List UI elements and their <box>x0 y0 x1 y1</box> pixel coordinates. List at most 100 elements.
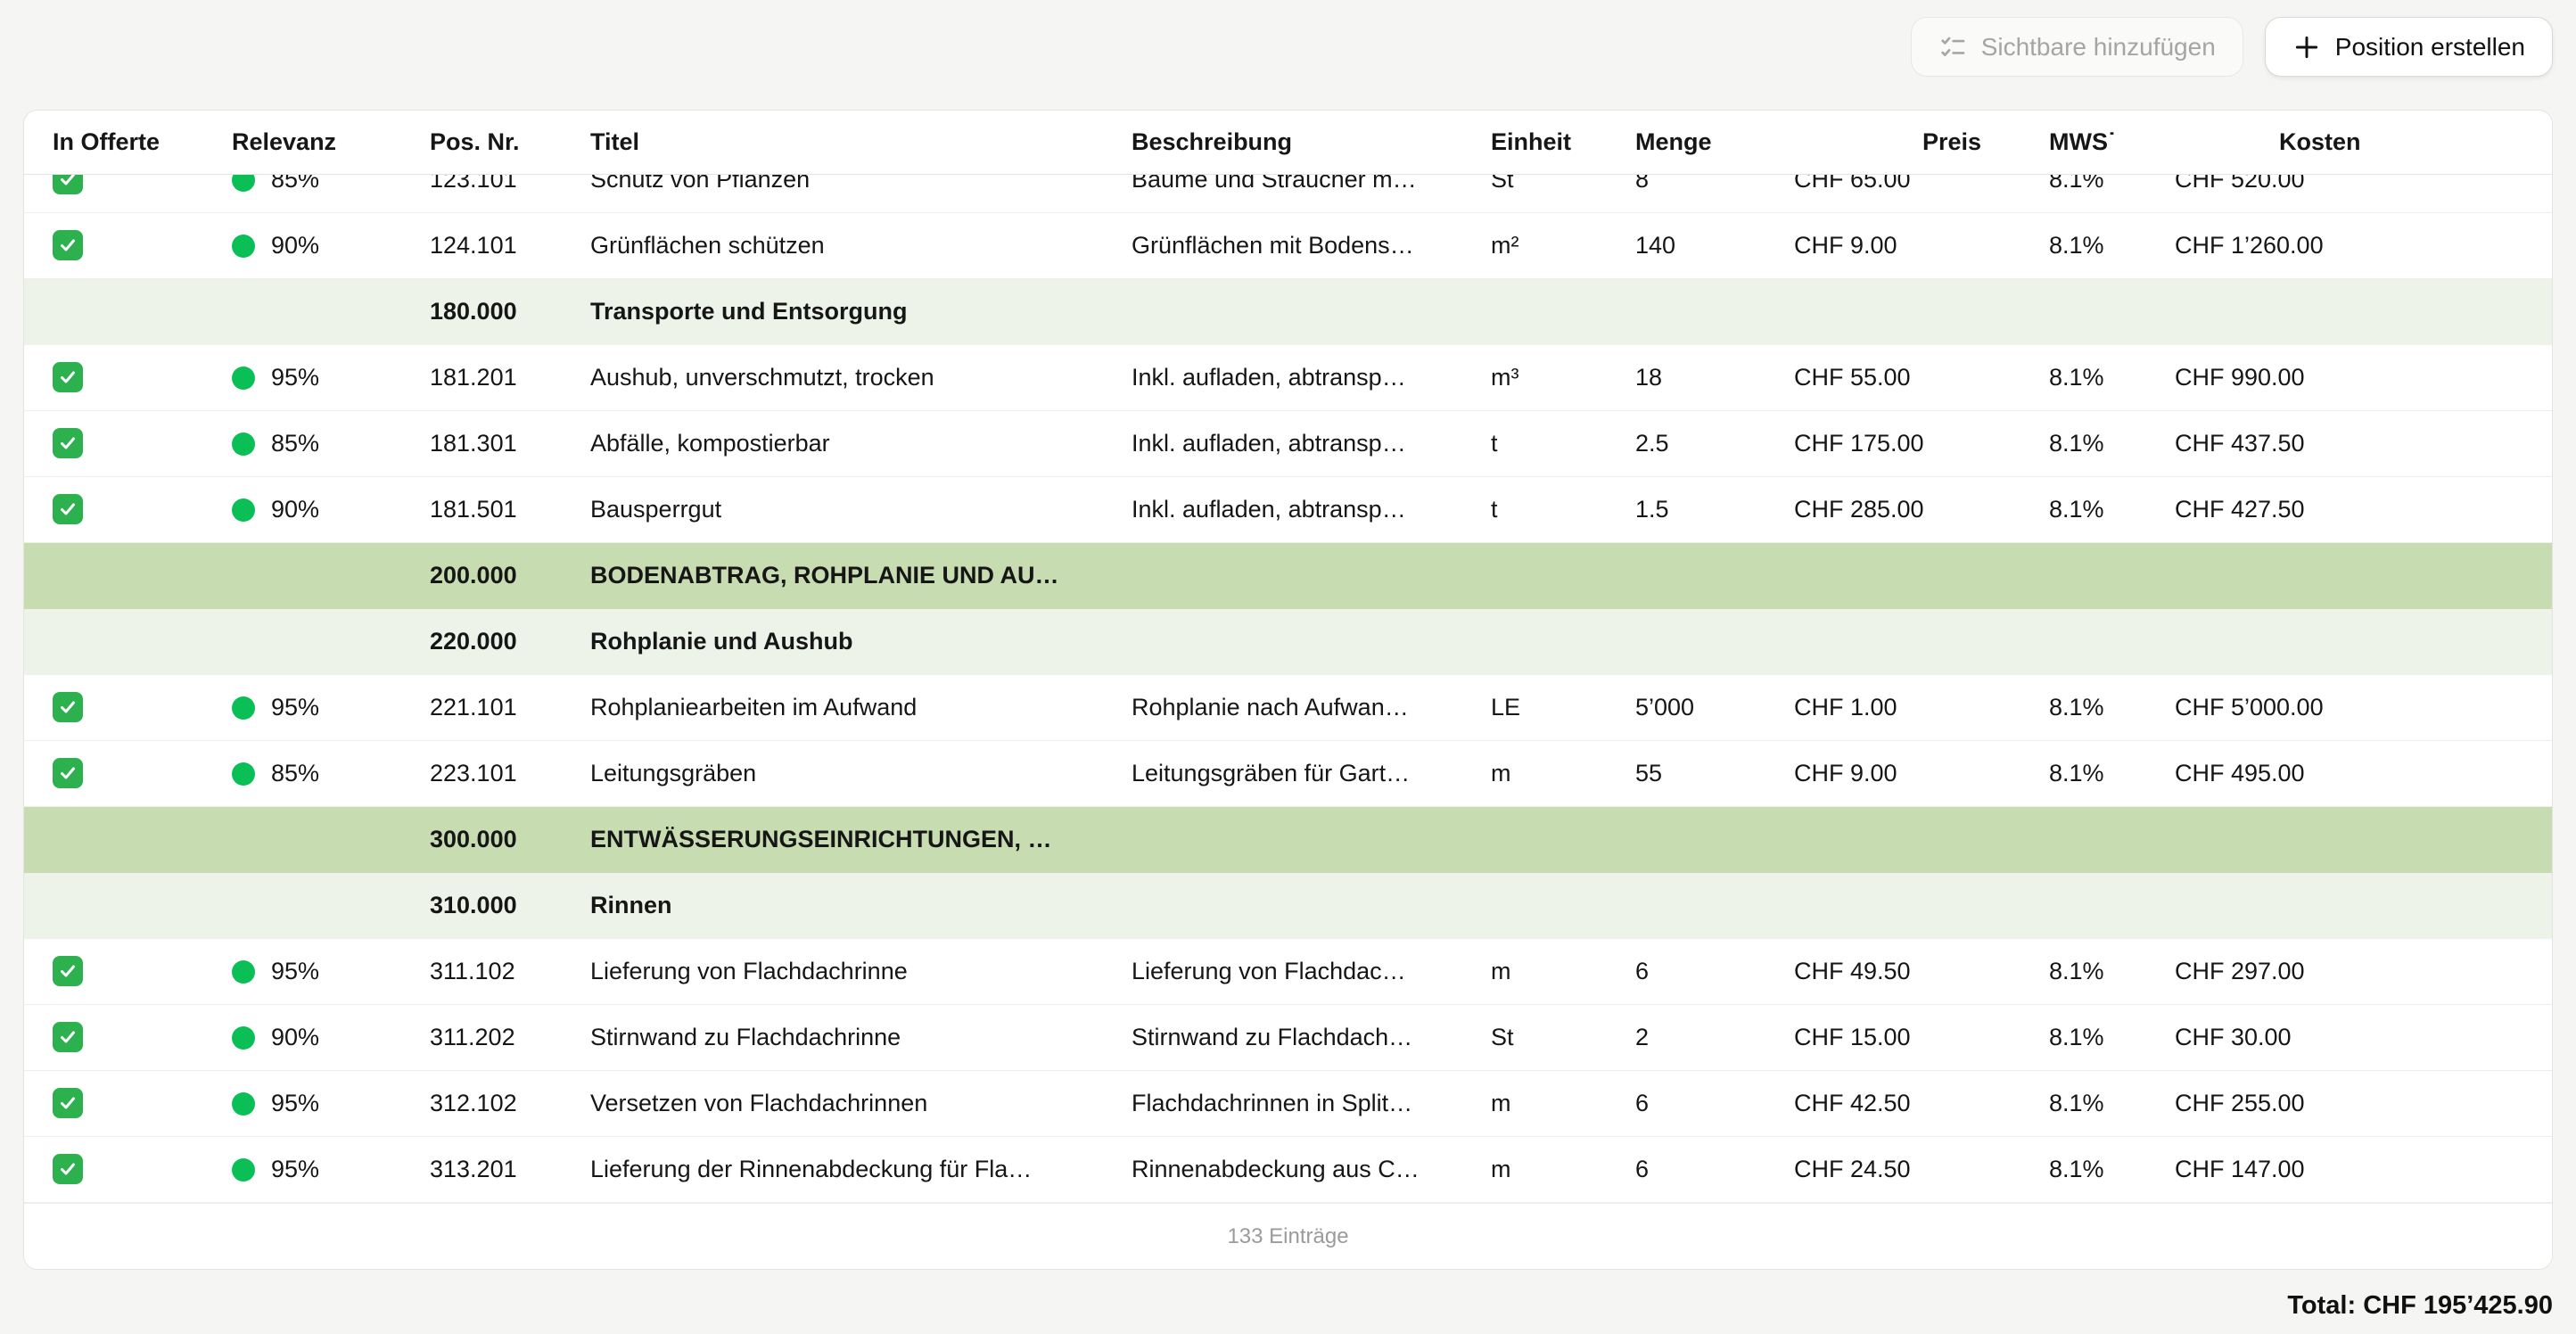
titel-cell: Versetzen von Flachdachrinnen <box>572 1090 1111 1117</box>
beschreibung-cell: Flachdachrinnen in Split… <box>1111 1090 1477 1117</box>
in-offerte-checkbox[interactable] <box>53 1022 83 1052</box>
relevanz-value: 95% <box>271 364 319 391</box>
menge-cell: 2 <box>1619 1024 1775 1051</box>
relevanz-dot <box>232 235 255 258</box>
section-title: Transporte und Entsorgung <box>572 298 2553 325</box>
position-row[interactable]: 95%312.102Versetzen von FlachdachrinnenF… <box>24 1071 2552 1137</box>
column-header-relevanz[interactable]: Relevanz <box>224 128 407 156</box>
sichtbare-hinzufuegen-button[interactable]: Sichtbare hinzufügen <box>1911 17 2243 77</box>
in-offerte-cell <box>24 428 224 460</box>
plus-icon <box>2292 33 2321 62</box>
preis-cell: CHF 9.00 <box>1775 760 2025 787</box>
column-header-einheit[interactable]: Einheit <box>1477 128 1619 156</box>
titel-cell: Stirnwand zu Flachdachrinne <box>572 1024 1111 1051</box>
relevanz-value: 90% <box>271 496 319 523</box>
column-header-preis[interactable]: Preis <box>1775 128 2025 156</box>
column-header-mwst[interactable]: MWS˙ <box>2025 128 2159 156</box>
beschreibung-cell: Lieferung von Flachdac… <box>1111 958 1477 985</box>
mwst-cell: 8.1% <box>2025 760 2159 787</box>
kosten-cell: CHF 5’000.00 <box>2159 694 2553 721</box>
total-amount: Total: CHF 195’425.90 <box>2287 1291 2553 1320</box>
column-header-pos-nr[interactable]: Pos. Nr. <box>407 128 572 156</box>
mwst-cell: 8.1% <box>2025 232 2159 259</box>
position-row[interactable]: 90%181.501BausperrgutInkl. aufladen, abt… <box>24 477 2552 543</box>
titel-cell: Leitungsgräben <box>572 760 1111 787</box>
column-header-menge[interactable]: Menge <box>1619 128 1775 156</box>
relevanz-cell: 90% <box>224 496 407 523</box>
in-offerte-cell <box>24 1022 224 1054</box>
section-pos-nr: 220.000 <box>407 628 572 655</box>
einheit-cell: m <box>1477 760 1619 787</box>
pos-nr-cell: 181.201 <box>407 364 572 391</box>
einheit-cell: LE <box>1477 694 1619 721</box>
column-header-titel[interactable]: Titel <box>572 128 1111 156</box>
einheit-cell: St <box>1477 1024 1619 1051</box>
menge-cell: 2.5 <box>1619 430 1775 457</box>
position-erstellen-button[interactable]: Position erstellen <box>2265 17 2553 77</box>
in-offerte-checkbox[interactable] <box>53 1088 83 1118</box>
position-row[interactable]: 95%181.201Aushub, unverschmutzt, trocken… <box>24 345 2552 411</box>
preis-cell: CHF 1.00 <box>1775 694 2025 721</box>
mwst-cell: 8.1% <box>2025 496 2159 523</box>
in-offerte-checkbox[interactable] <box>53 1154 83 1184</box>
in-offerte-checkbox[interactable] <box>53 428 83 458</box>
mwst-cell: 8.1% <box>2025 1156 2159 1183</box>
position-row[interactable]: 95%311.102Lieferung von FlachdachrinneLi… <box>24 939 2552 1005</box>
preis-cell: CHF 42.50 <box>1775 1090 2025 1117</box>
relevanz-value: 85% <box>271 760 319 787</box>
mwst-cell: 8.1% <box>2025 430 2159 457</box>
menge-cell: 18 <box>1619 364 1775 391</box>
position-row[interactable]: 90%124.101Grünflächen schützenGrünfläche… <box>24 213 2552 279</box>
column-header-in-offerte[interactable]: In Offerte <box>24 128 224 156</box>
pos-nr-cell: 311.102 <box>407 958 572 985</box>
relevanz-cell: 90% <box>224 1024 407 1051</box>
relevanz-cell: 95% <box>224 1090 407 1117</box>
in-offerte-checkbox[interactable] <box>53 758 83 788</box>
relevanz-dot <box>232 1092 255 1116</box>
pos-nr-cell: 124.101 <box>407 232 572 259</box>
in-offerte-checkbox[interactable] <box>53 494 83 524</box>
relevanz-dot <box>232 498 255 522</box>
section-row[interactable]: 180.000Transporte und Entsorgung <box>24 279 2552 345</box>
beschreibung-cell: Leitungsgräben für Gart… <box>1111 760 1477 787</box>
section-row[interactable]: 310.000Rinnen <box>24 873 2552 939</box>
preis-cell: CHF 175.00 <box>1775 430 2025 457</box>
relevanz-value: 95% <box>271 958 319 985</box>
column-header-kosten[interactable]: Kosten <box>2159 128 2553 156</box>
in-offerte-cell <box>24 692 224 724</box>
pos-nr-cell: 313.201 <box>407 1156 572 1183</box>
relevanz-dot <box>232 1158 255 1182</box>
kosten-cell: CHF 990.00 <box>2159 364 2553 391</box>
kosten-cell: CHF 147.00 <box>2159 1156 2553 1183</box>
preis-cell: CHF 9.00 <box>1775 232 2025 259</box>
in-offerte-checkbox[interactable] <box>53 692 83 722</box>
titel-cell: Abfälle, kompostierbar <box>572 430 1111 457</box>
position-row[interactable]: 85%181.301Abfälle, kompostierbarInkl. au… <box>24 411 2552 477</box>
section-row[interactable]: 200.000BODENABTRAG, ROHPLANIE UND AU… <box>24 543 2552 609</box>
section-row[interactable]: 220.000Rohplanie und Aushub <box>24 609 2552 675</box>
position-row[interactable]: 90%311.202Stirnwand zu FlachdachrinneSti… <box>24 1005 2552 1071</box>
in-offerte-checkbox[interactable] <box>53 230 83 260</box>
pos-nr-cell: 221.101 <box>407 694 572 721</box>
position-erstellen-label: Position erstellen <box>2335 33 2525 62</box>
relevanz-cell: 95% <box>224 694 407 721</box>
menge-cell: 6 <box>1619 1156 1775 1183</box>
relevanz-value: 90% <box>271 232 319 259</box>
in-offerte-checkbox[interactable] <box>53 362 83 392</box>
relevanz-cell: 95% <box>224 364 407 391</box>
kosten-cell: CHF 437.50 <box>2159 430 2553 457</box>
relevanz-dot <box>232 960 255 984</box>
mwst-cell: 8.1% <box>2025 1024 2159 1051</box>
position-row[interactable]: 85%223.101LeitungsgräbenLeitungsgräben f… <box>24 741 2552 807</box>
in-offerte-cell <box>24 230 224 262</box>
einheit-cell: t <box>1477 430 1619 457</box>
table-footer: 133 Einträge <box>24 1203 2552 1269</box>
column-header-beschreibung[interactable]: Beschreibung <box>1111 128 1477 156</box>
position-row[interactable]: 95%221.101Rohplaniearbeiten im AufwandRo… <box>24 675 2552 741</box>
relevanz-value: 95% <box>271 1090 319 1117</box>
section-row[interactable]: 300.000ENTWÄSSERUNGSEINRICHTUNGEN, … <box>24 807 2552 873</box>
preis-cell: CHF 285.00 <box>1775 496 2025 523</box>
in-offerte-checkbox[interactable] <box>53 956 83 986</box>
position-row[interactable]: 95%313.201Lieferung der Rinnenabdeckung … <box>24 1137 2552 1203</box>
menge-cell: 55 <box>1619 760 1775 787</box>
